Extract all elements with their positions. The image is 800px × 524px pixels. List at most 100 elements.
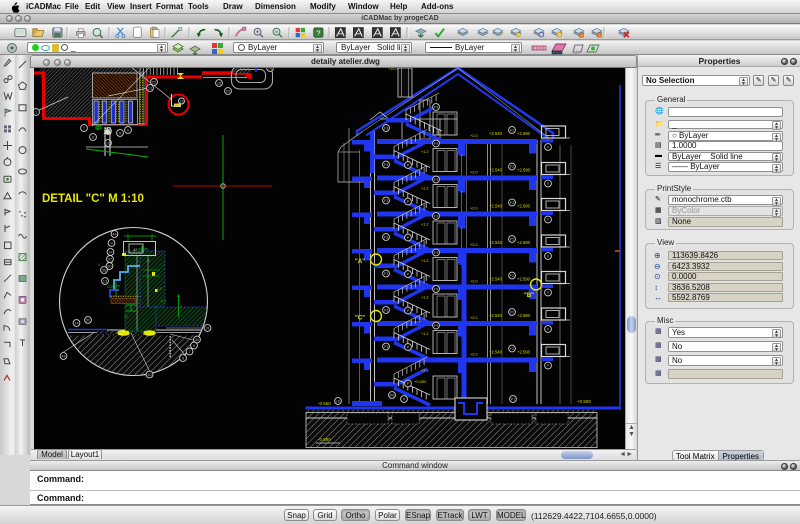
svg-text:+2.590: +2.590 [517, 350, 531, 355]
svg-text:T: T [20, 338, 26, 348]
svg-text:-0.550: -0.550 [318, 401, 331, 406]
svg-text:+0.500: +0.500 [577, 399, 591, 404]
svg-text:52: 52 [86, 319, 90, 323]
svg-text:42: 42 [133, 247, 138, 252]
svg-text:8: 8 [92, 136, 94, 140]
svg-text:P1: P1 [511, 398, 516, 402]
svg-text:LD: LD [336, 400, 341, 404]
svg-text:P: P [407, 273, 410, 277]
svg-text:18: 18 [217, 82, 221, 86]
svg-text:+1.2: +1.2 [421, 150, 429, 154]
svg-text:+2.0: +2.0 [470, 134, 478, 138]
svg-text:7: 7 [83, 127, 85, 131]
svg-text:+2.0: +2.0 [470, 353, 478, 357]
svg-text:14: 14 [108, 251, 112, 255]
svg-text:10: 10 [106, 142, 110, 146]
svg-text:13: 13 [148, 87, 152, 91]
svg-text:F9: F9 [434, 324, 438, 328]
svg-text:F3: F3 [384, 163, 388, 167]
svg-text:F3: F3 [384, 309, 388, 313]
svg-text:F3: F3 [384, 199, 388, 203]
svg-text:30: 30 [195, 338, 199, 342]
svg-text:F2: F2 [510, 311, 514, 315]
svg-text:P: P [407, 200, 410, 204]
svg-text:7: 7 [188, 350, 190, 354]
svg-text:DETAIL "C" M 1:10: DETAIL "C" M 1:10 [42, 193, 144, 205]
svg-text:P: P [407, 236, 410, 240]
svg-text:115: 115 [107, 285, 113, 289]
svg-text:14: 14 [179, 100, 183, 104]
svg-text:F9: F9 [434, 251, 438, 255]
svg-text:+2.0: +2.0 [470, 171, 478, 175]
svg-text:F2: F2 [510, 129, 514, 133]
svg-text:+2.590: +2.590 [517, 240, 531, 245]
svg-text:+1.2: +1.2 [421, 332, 429, 336]
svg-text:F2: F2 [510, 201, 514, 205]
svg-text:+0.050: +0.050 [414, 379, 427, 384]
svg-text:6: 6 [127, 129, 129, 133]
svg-text:F9: F9 [434, 106, 438, 110]
svg-text:P: P [407, 309, 410, 313]
svg-text:P: P [407, 382, 410, 386]
svg-text:F3: F3 [384, 345, 388, 349]
svg-text:+2.590: +2.590 [517, 277, 531, 282]
svg-text:+1.2: +1.2 [421, 259, 429, 263]
svg-text:F2: F2 [510, 165, 514, 169]
svg-text:+15.0: +15.0 [388, 68, 398, 71]
svg-text:+2.590: +2.590 [517, 313, 531, 318]
svg-text:+2.0: +2.0 [470, 207, 478, 211]
svg-text:9: 9 [110, 242, 112, 246]
svg-text:48: 48 [61, 355, 65, 359]
svg-text:10: 10 [147, 373, 151, 377]
svg-text:+2.590: +2.590 [517, 204, 531, 209]
svg-text:44: 44 [112, 233, 116, 237]
svg-text:+1.2: +1.2 [421, 223, 429, 227]
svg-text:P: P [403, 398, 406, 402]
svg-text:1: 1 [35, 111, 37, 115]
svg-text:30: 30 [124, 315, 128, 319]
svg-text:F3: F3 [384, 236, 388, 240]
svg-text:"A": "A" [355, 259, 365, 265]
svg-text:P6: P6 [390, 394, 395, 398]
svg-text:P: P [407, 164, 410, 168]
svg-text:10: 10 [268, 68, 272, 71]
svg-text:+2.590: +2.590 [517, 131, 531, 136]
svg-text:F2: F2 [510, 238, 514, 242]
svg-text:+1.2: +1.2 [421, 369, 429, 373]
svg-text:20: 20 [226, 90, 230, 94]
svg-text:+2.540: +2.540 [489, 240, 503, 245]
svg-text:18: 18 [158, 287, 162, 291]
svg-text:+2.590: +2.590 [517, 168, 531, 173]
svg-text:47: 47 [108, 258, 112, 262]
svg-text:+2.540: +2.540 [489, 204, 503, 209]
svg-text:14: 14 [74, 322, 78, 326]
svg-text:F9: F9 [434, 215, 438, 219]
svg-text:"B": "B" [524, 293, 534, 299]
svg-text:+2.540: +2.540 [489, 168, 503, 173]
svg-text:+2.540: +2.540 [489, 350, 503, 355]
svg-text:+15.600: +15.600 [486, 68, 502, 69]
svg-text:+2.0: +2.0 [470, 243, 478, 247]
svg-text:11.5: 11.5 [160, 299, 166, 303]
svg-text:+2.540: +2.540 [489, 313, 503, 318]
svg-text:60: 60 [107, 265, 111, 269]
svg-text:+2.0: +2.0 [470, 280, 478, 284]
svg-text:"C": "C" [355, 316, 365, 322]
svg-text:F2: F2 [510, 347, 514, 351]
svg-text:5: 5 [98, 263, 100, 267]
svg-text:F9: F9 [434, 142, 438, 146]
svg-text:+1.2: +1.2 [421, 187, 429, 191]
svg-text:+2.540: +2.540 [489, 131, 503, 136]
svg-text:F3: F3 [384, 272, 388, 276]
svg-text:+2.0: +2.0 [470, 316, 478, 320]
svg-text:F2: F2 [510, 274, 514, 278]
svg-text:22: 22 [152, 81, 156, 85]
svg-text:F9: F9 [434, 288, 438, 292]
svg-text:P: P [407, 346, 410, 350]
svg-text:+1.2: +1.2 [421, 296, 429, 300]
svg-text:36: 36 [102, 269, 106, 273]
svg-text:F3: F3 [384, 127, 388, 131]
svg-text:4: 4 [180, 305, 182, 309]
svg-text:9: 9 [193, 344, 195, 348]
svg-text:13: 13 [103, 280, 107, 284]
